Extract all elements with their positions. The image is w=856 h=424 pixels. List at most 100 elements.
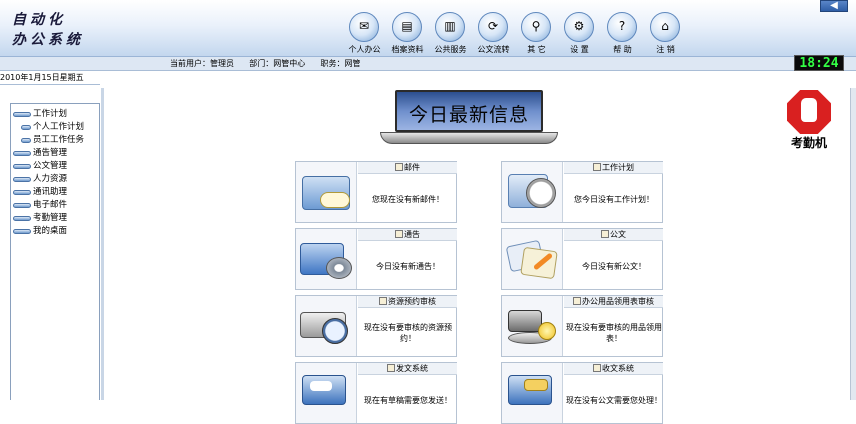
card-message: 现在没有要审核的资源预约！ [364,323,452,343]
card-title[interactable]: 公文 [564,229,663,241]
card-title[interactable]: 发文系统 [358,363,457,375]
sidebar-divider[interactable] [101,88,104,400]
sidebar-item-work-plan[interactable]: 工作计划 [13,108,99,121]
card-notice: 通告 今日没有新通告！ [295,228,457,290]
floppy-folder-icon [296,363,357,423]
help-icon: ? [607,12,637,42]
card-work-plan: 工作计划 您今日没有工作计划！ [501,161,663,223]
card-message: 今日没有新通告！ [376,261,440,271]
laptop-screen-graphic: 今日最新信息 [395,90,543,132]
right-scrollbar[interactable] [850,88,856,400]
nav-label: 档案资料 [391,45,424,54]
sidebar-item-attendance[interactable]: 考勤管理 [13,212,99,225]
attendance-stop-icon[interactable] [787,90,831,134]
main-nav: ✉ 个人办公 ▤ 档案资料 ▥ 公共服务 ⟳ 公文流转 ⚲ 其 它 ⚙ 设 置 … [343,12,687,56]
card-message: 今日没有新公文！ [582,261,646,271]
back-arrow-icon: ◀ [830,0,838,11]
nav-label: 公文流转 [477,45,510,54]
nav-item-other[interactable]: ⚲ 其 它 [515,12,558,56]
folder-pill-icon [13,151,31,156]
folder-pill-icon [13,164,31,169]
nav-item-document-flow[interactable]: ⟳ 公文流转 [472,12,515,56]
card-title[interactable]: 邮件 [358,162,457,174]
camera-bulb-icon [502,296,563,356]
card-title[interactable]: 通告 [358,229,457,241]
sidebar-item-personal-plan[interactable]: 个人工作计划 [13,121,99,134]
card-message: 现在没有公文需要您处理！ [566,395,662,405]
app-logo: 自动化 办公系统 [12,10,84,50]
sidebar-item-label: 通告管理 [33,148,68,158]
envelope-flow-icon: ⟳ [478,12,508,42]
card-title[interactable]: 工作计划 [564,162,663,174]
logo-line-2: 办公系统 [12,32,84,48]
card-supplies-review: 办公用品领用表审核 现在没有要审核的用品领用表！ [501,295,663,357]
sidebar-item-notices[interactable]: 通告管理 [13,147,99,160]
card-official-doc: 公文 今日没有新公文！ [501,228,663,290]
nav-label: 设 置 [570,45,589,54]
mail-small-icon [395,163,403,171]
globe-person-icon: ✉ [349,12,379,42]
card-title[interactable]: 资源预约审核 [358,296,457,308]
gears-icon: ⚙ [564,12,594,42]
mail-icon [296,162,357,222]
sidebar-item-label: 员工工作任务 [33,135,85,145]
card-resource-review: 资源预约审核 现在没有要审核的资源预约！ [295,295,457,357]
logo-line-1: 自动化 [12,12,66,28]
folder-pill-icon [13,229,31,234]
doc-small-icon [601,230,609,238]
folder-pill-icon [13,216,31,221]
nav-item-logout[interactable]: ⌂ 注 销 [644,12,687,56]
card-outgoing-docs: 发文系统 现在有草稿需要您发送！ [295,362,457,424]
sidebar-item-label: 电子邮件 [33,200,68,210]
send-small-icon [387,364,395,372]
documents-icon: ▤ [392,12,422,42]
user-small-icon [379,297,387,305]
hand-icon [801,98,817,122]
nav-label: 个人办公 [348,45,381,54]
folder-pill-icon [13,177,31,182]
sidebar-item-label: 人力资源 [33,174,68,184]
nav-label: 其 它 [527,45,546,54]
nav-item-settings[interactable]: ⚙ 设 置 [558,12,601,56]
nav-item-help[interactable]: ? 帮 助 [601,12,644,56]
card-mail: 邮件 您现在没有新邮件！ [295,161,457,223]
sidebar-item-email[interactable]: 电子邮件 [13,199,99,212]
printer-magnifier-icon [296,296,357,356]
nav-item-public-service[interactable]: ▥ 公共服务 [429,12,472,56]
home-logout-icon: ⌂ [650,12,680,42]
card-title[interactable]: 办公用品领用表审核 [564,296,663,308]
laptop-base-graphic [380,132,558,144]
attendance-label[interactable]: 考勤机 [784,134,834,151]
leaf-pill-icon [21,138,31,143]
receive-small-icon [593,364,601,372]
banner-title: 今日最新信息 [408,104,529,126]
card-title[interactable]: 收文系统 [564,363,663,375]
sidebar-item-hr[interactable]: 人力资源 [13,173,99,186]
floppy-tray-icon [502,363,563,423]
nav-item-archives[interactable]: ▤ 档案资料 [386,12,429,56]
sidebar-item-contacts[interactable]: 通讯助理 [13,186,99,199]
card-message: 现在没有要审核的用品领用表！ [566,323,662,343]
card-incoming-docs: 收文系统 现在没有公文需要您处理！ [501,362,663,424]
sidebar-item-staff-tasks[interactable]: 员工工作任务 [13,134,99,147]
sidebar-item-desktop[interactable]: 我的桌面 [13,225,99,238]
folder-pill-icon [13,190,31,195]
card-message: 现在有草稿需要您发送！ [364,395,452,405]
nav-item-personal[interactable]: ✉ 个人办公 [343,12,386,56]
current-user-info: 当前用户：管理员 部门：网管中心 职务：网管 [170,59,361,68]
card-message: 您今日没有工作计划！ [574,194,654,204]
current-date: 2010年1月15日星期五 [0,71,100,85]
magnifier-icon: ⚲ [521,12,551,42]
docs-pencil-icon [502,229,563,289]
plan-small-icon [593,163,601,171]
sidebar-item-label: 工作计划 [33,109,68,119]
back-arrow-button[interactable]: ◀ [820,0,848,12]
digital-clock: 18:24 [794,55,844,71]
card-message: 您现在没有新邮件！ [372,194,444,204]
latest-info-banner: 今日最新信息 [380,88,560,148]
nav-label: 公共服务 [434,45,467,54]
sidebar-tree: 工作计划 个人工作计划 员工工作任务 通告管理 公文管理 人力资源 通讯助理 电… [10,103,100,400]
leaf-pill-icon [21,125,31,130]
sidebar-item-label: 公文管理 [33,161,68,171]
sidebar-item-documents[interactable]: 公文管理 [13,160,99,173]
